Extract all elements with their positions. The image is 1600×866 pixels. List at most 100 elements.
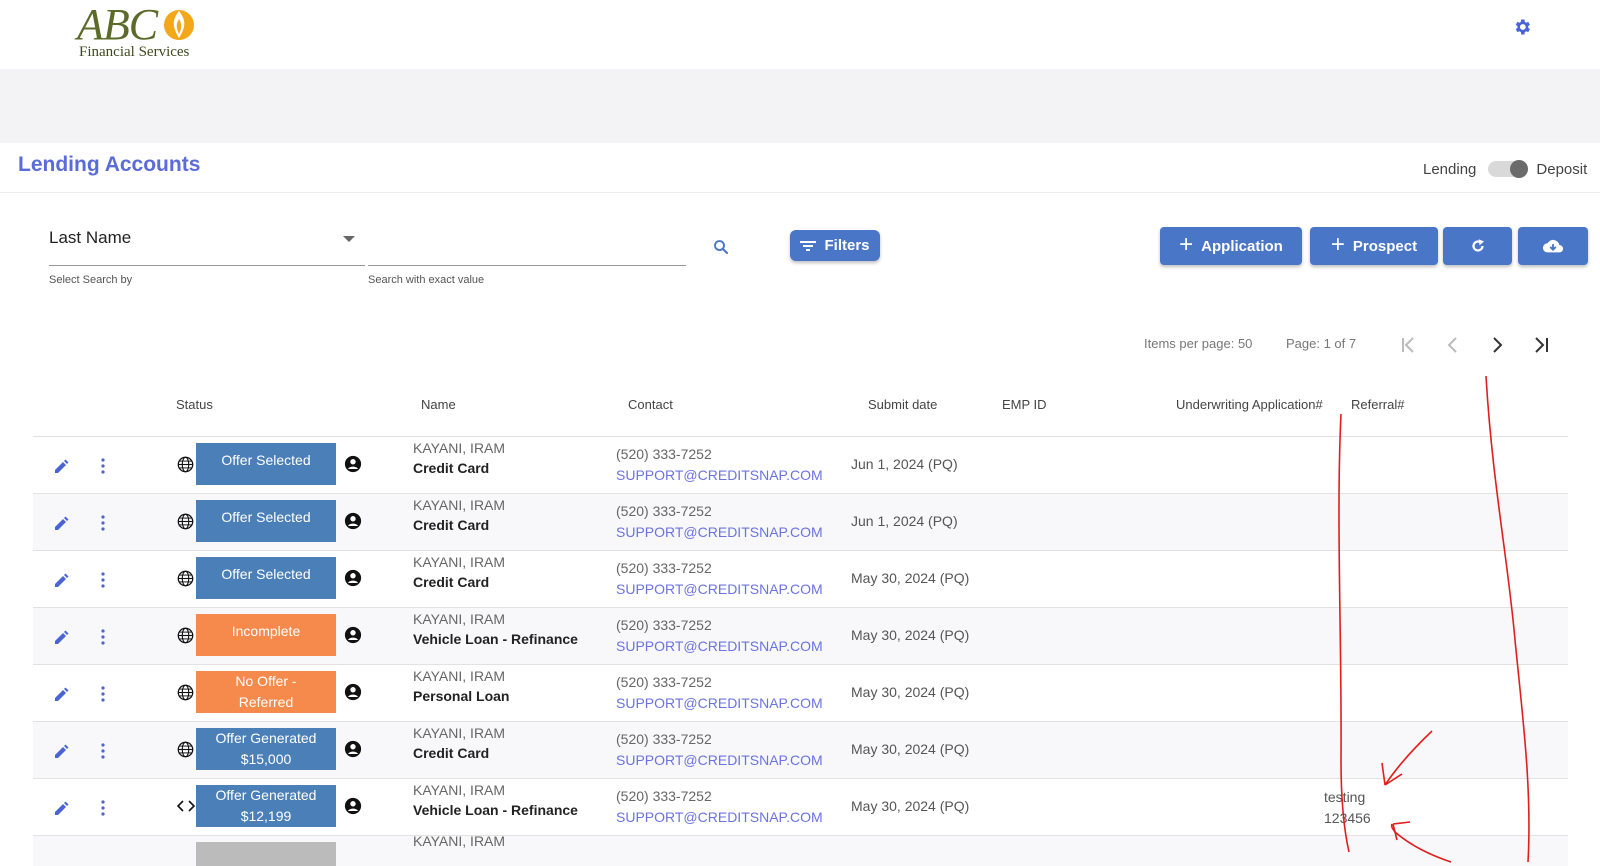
code-icon <box>177 800 195 812</box>
applicant-name[interactable]: KAYANI, IRAM <box>413 725 505 741</box>
applicant-name[interactable]: KAYANI, IRAM <box>413 611 505 627</box>
prev-page-icon[interactable] <box>1442 334 1464 356</box>
contact-email[interactable]: SUPPORT@CREDITSNAP.COM <box>616 524 823 540</box>
contact-phone: (520) 333-7252 <box>616 503 712 519</box>
search-by-select[interactable]: Last Name <box>49 228 365 266</box>
edit-icon[interactable] <box>53 516 69 532</box>
gear-icon[interactable] <box>1512 17 1532 37</box>
contact-phone: (520) 333-7252 <box>616 731 712 747</box>
status-badge[interactable]: Offer Selected <box>196 557 336 599</box>
product-name: Credit Card <box>413 745 490 761</box>
status-badge[interactable]: Offer Selected <box>196 500 336 542</box>
status-badge[interactable]: Offer Selected <box>196 443 336 485</box>
header-contact[interactable]: Contact <box>628 397 673 412</box>
user-icon[interactable] <box>344 740 362 758</box>
contact-email[interactable]: SUPPORT@CREDITSNAP.COM <box>616 581 823 597</box>
filters-button[interactable]: Filters <box>790 230 880 261</box>
applicant-name[interactable]: KAYANI, IRAM <box>413 668 505 684</box>
status-badge[interactable]: Incomplete <box>196 614 336 656</box>
applicant-name[interactable]: KAYANI, IRAM <box>413 782 505 798</box>
table-row[interactable]: Offer Selected KAYANI, IRAM Credit Card … <box>33 550 1568 607</box>
header-name[interactable]: Name <box>421 397 456 412</box>
globe-icon <box>177 513 194 530</box>
submit-date: May 30, 2024 (PQ) <box>851 741 970 757</box>
table-row[interactable]: Offer Generated $15,000 KAYANI, IRAM Cre… <box>33 721 1568 778</box>
table-row[interactable]: Offer Generated $12,199 KAYANI, IRAM Veh… <box>33 778 1568 835</box>
lending-deposit-toggle[interactable]: Lending Deposit <box>1423 158 1587 180</box>
table-row[interactable]: No Offer - Referred KAYANI, IRAM Persona… <box>33 664 1568 721</box>
next-page-icon[interactable] <box>1486 334 1508 356</box>
referral-line-2: 123456 <box>1324 810 1371 826</box>
search-input[interactable] <box>368 228 686 266</box>
header-emp-id[interactable]: EMP ID <box>1002 397 1047 412</box>
user-icon[interactable] <box>344 797 362 815</box>
plus-icon: + <box>1330 231 1345 258</box>
edit-icon[interactable] <box>53 687 69 703</box>
application-label: Application <box>1201 237 1283 255</box>
user-icon[interactable] <box>344 626 362 644</box>
items-per-page[interactable]: Items per page: 50 <box>1144 336 1252 351</box>
user-icon[interactable] <box>344 512 362 530</box>
contact-email[interactable]: SUPPORT@CREDITSNAP.COM <box>616 467 823 483</box>
more-vertical-icon[interactable] <box>101 686 105 702</box>
user-icon[interactable] <box>344 569 362 587</box>
more-vertical-icon[interactable] <box>101 743 105 759</box>
chevron-down-icon <box>343 236 355 242</box>
table-row[interactable]: Offer Selected KAYANI, IRAM Credit Card … <box>33 493 1568 550</box>
download-button[interactable] <box>1518 227 1588 265</box>
contact-email[interactable]: SUPPORT@CREDITSNAP.COM <box>616 638 823 654</box>
contact-email[interactable]: SUPPORT@CREDITSNAP.COM <box>616 695 823 711</box>
refresh-button[interactable] <box>1443 227 1512 265</box>
status-line-2: $12,199 <box>240 808 292 824</box>
table-row[interactable]: Offer Selected KAYANI, IRAM Credit Card … <box>33 436 1568 493</box>
add-prospect-button[interactable]: + Prospect <box>1310 227 1438 265</box>
globe-icon <box>177 627 194 644</box>
product-name: Credit Card <box>413 517 490 533</box>
company-logo[interactable]: ABC Financial Services <box>77 2 207 64</box>
user-icon[interactable] <box>344 455 362 473</box>
edit-icon[interactable] <box>53 630 69 646</box>
title-bar: Lending Accounts Lending Deposit <box>0 143 1600 193</box>
edit-icon[interactable] <box>53 459 69 475</box>
status-badge[interactable] <box>196 842 336 866</box>
header-submit-date[interactable]: Submit date <box>868 397 937 412</box>
globe-icon <box>177 741 194 758</box>
more-vertical-icon[interactable] <box>101 515 105 531</box>
more-vertical-icon[interactable] <box>101 629 105 645</box>
first-page-icon[interactable] <box>1398 334 1420 356</box>
status-badge[interactable]: No Offer - Referred <box>196 671 336 713</box>
add-application-button[interactable]: + Application <box>1160 227 1302 265</box>
contact-email[interactable]: SUPPORT@CREDITSNAP.COM <box>616 809 823 825</box>
logo-text: ABC <box>77 0 158 49</box>
top-header: ABC Financial Services <box>0 0 1600 69</box>
header-status[interactable]: Status <box>176 397 213 412</box>
edit-icon[interactable] <box>53 801 69 817</box>
last-page-icon[interactable] <box>1530 334 1552 356</box>
globe-icon <box>177 570 194 587</box>
applicant-name[interactable]: KAYANI, IRAM <box>413 836 505 849</box>
toggle-label-lending: Lending <box>1423 160 1477 178</box>
table-row[interactable]: Incomplete KAYANI, IRAM Vehicle Loan - R… <box>33 607 1568 664</box>
status-line-2: Referred <box>238 694 294 710</box>
refresh-icon <box>1471 239 1484 252</box>
more-vertical-icon[interactable] <box>101 572 105 588</box>
more-vertical-icon[interactable] <box>101 458 105 474</box>
contact-email[interactable]: SUPPORT@CREDITSNAP.COM <box>616 752 823 768</box>
user-icon[interactable] <box>344 683 362 701</box>
edit-icon[interactable] <box>53 744 69 760</box>
status-badge[interactable]: Offer Generated $12,199 <box>196 785 336 827</box>
applicant-name[interactable]: KAYANI, IRAM <box>413 554 505 570</box>
toggle-switch[interactable] <box>1488 160 1529 178</box>
header-referral[interactable]: Referral# <box>1351 397 1404 412</box>
search-by-value: Last Name <box>49 228 132 247</box>
more-vertical-icon[interactable] <box>101 800 105 816</box>
edit-icon[interactable] <box>53 573 69 589</box>
status-badge[interactable]: Offer Generated $15,000 <box>196 728 336 770</box>
filter-icon <box>800 240 817 251</box>
table-row[interactable]: KAYANI, IRAM <box>33 835 1568 866</box>
applicant-name[interactable]: KAYANI, IRAM <box>413 440 505 456</box>
header-underwriting[interactable]: Underwriting Application# <box>1176 397 1323 412</box>
status-line-1: No Offer - <box>235 673 297 689</box>
applicant-name[interactable]: KAYANI, IRAM <box>413 497 505 513</box>
search-icon[interactable] <box>712 238 730 256</box>
